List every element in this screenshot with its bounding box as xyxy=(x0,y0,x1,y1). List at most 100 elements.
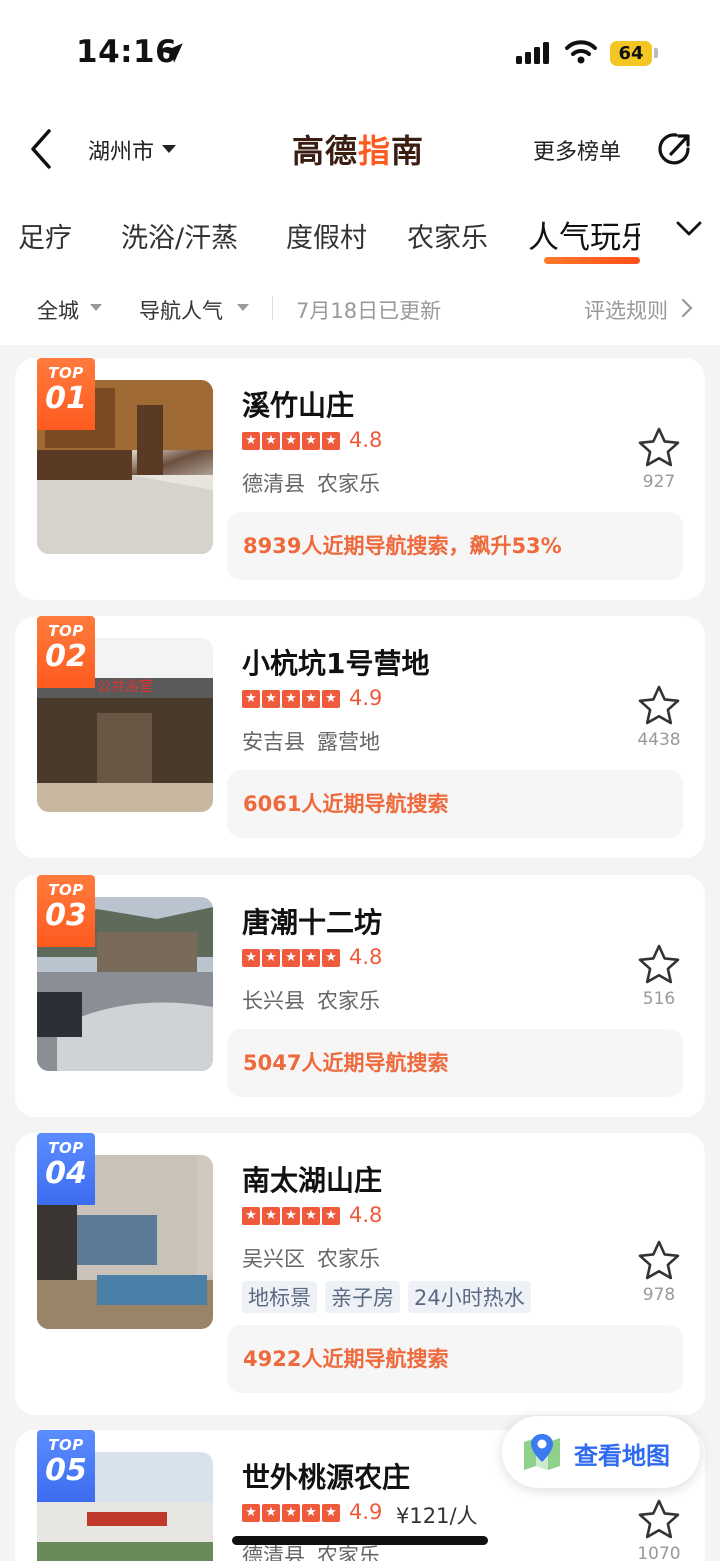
tab-foot-massage[interactable]: 足疗 xyxy=(18,216,72,255)
rank-number: 04 xyxy=(45,1156,87,1191)
rank-badge-label: TOP xyxy=(48,364,84,382)
rank-badge: TOP 01 xyxy=(37,358,95,430)
location-arrow-icon xyxy=(163,43,183,63)
back-arrow-icon[interactable] xyxy=(28,128,54,170)
search-trend-hint: 5047人近期导航搜索 xyxy=(227,1029,683,1097)
caret-down-icon[interactable] xyxy=(237,304,249,311)
tab-resort[interactable]: 度假村 xyxy=(286,216,367,255)
cellular-signal-icon xyxy=(516,42,549,64)
place-meta: 安吉县 露营地 xyxy=(242,726,392,756)
place-meta: 德清县 农家乐 xyxy=(242,468,392,498)
rank-badge: TOP 05 xyxy=(37,1430,95,1502)
chevron-right-icon[interactable] xyxy=(681,298,693,318)
rank-number: 02 xyxy=(45,639,87,674)
star-icon: ★ xyxy=(282,690,300,708)
tab-bath-sauna[interactable]: 洗浴/汗蒸 xyxy=(121,216,238,255)
rating-value: 4.8 xyxy=(349,428,383,452)
star-icon: ★ xyxy=(322,949,340,967)
favorite-count: 978 xyxy=(642,1285,676,1305)
star-icon: ★ xyxy=(242,1504,260,1522)
star-icon: ★ xyxy=(322,432,340,450)
price-per-person: ¥121/人 xyxy=(396,1504,478,1528)
place-name[interactable]: 南太湖山庄 xyxy=(242,1159,382,1199)
gaode-guide-logo: 高德指南 xyxy=(292,126,424,172)
county: 吴兴区 xyxy=(242,1247,305,1271)
county: 长兴县 xyxy=(242,989,305,1013)
ranking-card[interactable]: 公共浴室 TOP 02 小杭坑1号营地 ★ ★ ★ ★ ★ 4.9 安吉县 露营地 4438… xyxy=(15,616,705,858)
star-icon: ★ xyxy=(282,1207,300,1225)
rank-badge-label: TOP xyxy=(48,1436,84,1454)
status-bar: 14:16 64 xyxy=(0,0,720,100)
star-icon: ★ xyxy=(262,1504,280,1522)
ranking-card[interactable]: TOP 03 唐潮十二坊 ★ ★ ★ ★ ★ 4.8 长兴县 农家乐 516 5047人近期… xyxy=(15,875,705,1117)
star-icon: ★ xyxy=(242,690,260,708)
rank-badge: TOP 04 xyxy=(37,1133,95,1205)
view-map-label[interactable]: 查看地图 xyxy=(574,1436,670,1471)
place-name[interactable]: 小杭坑1号营地 xyxy=(242,642,429,682)
tab-farmhouse[interactable]: 农家乐 xyxy=(407,216,488,255)
category: 露营地 xyxy=(317,730,380,754)
rating-value: 4.9 xyxy=(349,1500,383,1524)
updated-date: 7月18日已更新 xyxy=(296,299,442,323)
logo-text-left: 高德 xyxy=(292,132,359,170)
caret-down-icon[interactable] xyxy=(162,145,176,153)
rules-link[interactable]: 评选规则 xyxy=(584,295,668,325)
star-icon: ★ xyxy=(282,949,300,967)
favorite-star-icon[interactable] xyxy=(635,684,683,728)
more-rankings-link[interactable]: 更多榜单 xyxy=(533,134,621,166)
favorite-star-icon[interactable] xyxy=(635,1239,683,1283)
category: 农家乐 xyxy=(317,472,380,496)
place-name[interactable]: 世外桃源农庄 xyxy=(242,1456,410,1496)
favorite-count: 4438 xyxy=(637,730,681,750)
star-icon: ★ xyxy=(302,432,320,450)
star-icon: ★ xyxy=(262,432,280,450)
feature-tag: 亲子房 xyxy=(325,1281,400,1313)
ranking-card[interactable]: TOP 01 溪竹山庄 ★ ★ ★ ★ ★ 4.8 德清县 农家乐 927 8939人近期导… xyxy=(15,358,705,600)
caret-down-icon[interactable] xyxy=(90,304,102,311)
map-pin-icon xyxy=(524,1434,560,1470)
rank-badge-label: TOP xyxy=(48,1139,84,1157)
tab-popular-fun[interactable]: 人气玩乐 xyxy=(528,212,652,257)
star-rating: ★ ★ ★ ★ ★ xyxy=(242,1504,340,1522)
star-icon: ★ xyxy=(262,690,280,708)
star-icon: ★ xyxy=(302,1207,320,1225)
category: 农家乐 xyxy=(317,1247,380,1271)
search-trend-hint: 8939人近期导航搜索，飙升53% xyxy=(227,512,683,580)
feature-tag: 地标景 xyxy=(242,1281,317,1313)
place-name[interactable]: 唐潮十二坊 xyxy=(242,901,382,941)
star-icon: ★ xyxy=(322,1504,340,1522)
view-map-button[interactable]: 查看地图 xyxy=(502,1416,700,1488)
area-filter[interactable]: 全城 xyxy=(37,295,79,325)
home-indicator[interactable] xyxy=(232,1536,488,1545)
rank-badge-label: TOP xyxy=(48,622,84,640)
favorite-star-icon[interactable] xyxy=(635,943,683,987)
county: 德清县 xyxy=(242,472,305,496)
star-icon: ★ xyxy=(242,1207,260,1225)
feature-tags: 地标景 亲子房 24小时热水 xyxy=(242,1281,531,1313)
favorite-star-icon[interactable] xyxy=(635,426,683,470)
favorite-count: 927 xyxy=(642,472,676,492)
feature-tag: 24小时热水 xyxy=(408,1281,531,1313)
active-tab-indicator xyxy=(544,257,640,264)
star-icon: ★ xyxy=(322,1207,340,1225)
favorite-star-icon[interactable] xyxy=(635,1498,683,1542)
sort-filter[interactable]: 导航人气 xyxy=(139,295,223,325)
rating-value: 4.8 xyxy=(349,945,383,969)
wifi-icon xyxy=(565,40,597,64)
search-trend-hint: 4922人近期导航搜索 xyxy=(227,1325,683,1393)
ranking-card[interactable]: TOP 04 南太湖山庄 ★ ★ ★ ★ ★ 4.8 吴兴区 农家乐 地标景 亲子房 24小… xyxy=(15,1133,705,1415)
star-icon: ★ xyxy=(262,949,280,967)
search-trend-hint: 6061人近期导航搜索 xyxy=(227,770,683,838)
city-selector[interactable]: 湖州市 xyxy=(88,134,154,166)
star-rating: ★ ★ ★ ★ ★ xyxy=(242,690,340,708)
filter-divider xyxy=(272,296,273,320)
place-name[interactable]: 溪竹山庄 xyxy=(242,384,354,424)
rating-value: 4.8 xyxy=(349,1203,383,1227)
star-icon: ★ xyxy=(242,949,260,967)
chevron-down-icon[interactable] xyxy=(676,220,702,238)
share-icon[interactable] xyxy=(654,127,698,171)
category-tabs: 足疗 洗浴/汗蒸 度假村 农家乐 人气玩乐 xyxy=(0,196,720,268)
place-meta: 吴兴区 农家乐 xyxy=(242,1243,392,1273)
star-rating: ★ ★ ★ ★ ★ xyxy=(242,432,340,450)
star-icon: ★ xyxy=(302,949,320,967)
